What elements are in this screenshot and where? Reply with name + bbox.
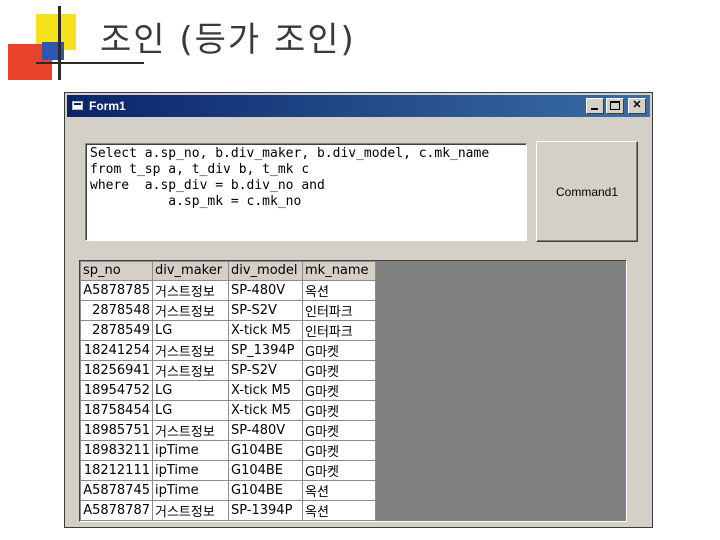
grid-cell[interactable]: 거스트정보	[152, 359, 229, 381]
grid-cell[interactable]: G104BE	[228, 459, 303, 481]
grid-cell[interactable]: 거스트정보	[152, 299, 229, 321]
grid-cell[interactable]: SP-480V	[228, 419, 303, 441]
column-header-sp-no[interactable]: sp_no	[80, 261, 153, 281]
close-button[interactable]: ✕	[628, 98, 646, 114]
grid-cell[interactable]: SP_1394P	[228, 339, 303, 361]
grid-cell[interactable]: 18985751	[80, 419, 153, 441]
command1-label: Command1	[555, 184, 619, 199]
form-window: Form1 ✕ Select a.sp_no, b.div_maker, b.d…	[64, 92, 653, 528]
grid-cell[interactable]: 인터파크	[302, 319, 376, 341]
grid-cell[interactable]: 18241254	[80, 339, 153, 361]
grid-cell[interactable]: 거스트정보	[152, 279, 229, 301]
grid-cell[interactable]: A5878787	[80, 499, 153, 521]
grid-cell[interactable]: SP-1394P	[228, 499, 303, 521]
form-app-icon	[72, 101, 83, 110]
grid-cell[interactable]: ipTime	[152, 459, 229, 481]
grid-cell[interactable]: LG	[152, 379, 229, 401]
grid-cell[interactable]: G104BE	[228, 479, 303, 501]
maximize-button[interactable]	[606, 98, 624, 114]
column-header-div-model[interactable]: div_model	[228, 261, 303, 281]
table-row[interactable]: 18241254 거스트정보 SP_1394P G마켓	[80, 339, 376, 361]
window-title: Form1	[89, 99, 126, 113]
grid-cell[interactable]: 18983211	[80, 439, 153, 461]
grid-cell[interactable]: 옥션	[302, 479, 376, 501]
grid-cell[interactable]: 옥션	[302, 499, 376, 521]
table-row[interactable]: 18983211 ipTime G104BE G마켓	[80, 439, 376, 461]
grid-cell[interactable]: SP-S2V	[228, 299, 303, 321]
grid-cell[interactable]: 거스트정보	[152, 339, 229, 361]
grid-cell[interactable]: 옥션	[302, 279, 376, 301]
grid-cell[interactable]: A5878745	[80, 479, 153, 501]
table-row[interactable]: 2878548 거스트정보 SP-S2V 인터파크	[80, 299, 376, 321]
table-row[interactable]: A5878745 ipTime G104BE 옥션	[80, 479, 376, 501]
grid-cell[interactable]: 거스트정보	[152, 419, 229, 441]
grid-cell[interactable]: G마켓	[302, 439, 376, 461]
grid-cell[interactable]: ipTime	[152, 479, 229, 501]
results-grid[interactable]: sp_no div_maker div_model mk_name A5878785 거…	[79, 260, 627, 522]
grid-cell[interactable]: X-tick M5	[228, 379, 303, 401]
decor-horizontal-line	[36, 62, 144, 64]
column-header-mk-name[interactable]: mk_name	[302, 261, 376, 281]
maximize-icon	[610, 101, 620, 110]
results-table: sp_no div_maker div_model mk_name A5878785 거…	[80, 261, 376, 521]
grid-cell[interactable]: 2878549	[80, 319, 153, 341]
table-row[interactable]: 18212111 ipTime G104BE G마켓	[80, 459, 376, 481]
grid-cell[interactable]: G마켓	[302, 379, 376, 401]
grid-cell[interactable]: LG	[152, 399, 229, 421]
window-titlebar[interactable]: Form1 ✕	[67, 95, 650, 117]
table-row[interactable]: A5878787 거스트정보 SP-1394P 옥션	[80, 499, 376, 521]
grid-cell[interactable]: X-tick M5	[228, 399, 303, 421]
grid-cell[interactable]: 18212111	[80, 459, 153, 481]
grid-cell[interactable]: G마켓	[302, 399, 376, 421]
grid-cell[interactable]: X-tick M5	[228, 319, 303, 341]
close-icon: ✕	[632, 99, 642, 111]
grid-cell[interactable]: G마켓	[302, 339, 376, 361]
table-row[interactable]: 18758454 LG X-tick M5 G마켓	[80, 399, 376, 421]
grid-cell[interactable]: 18256941	[80, 359, 153, 381]
slide-title: 조인 (등가 조인)	[100, 20, 356, 60]
grid-header-row: sp_no div_maker div_model mk_name	[80, 261, 376, 281]
grid-cell[interactable]: 18954752	[80, 379, 153, 401]
column-header-div-maker[interactable]: div_maker	[152, 261, 229, 281]
grid-cell[interactable]: SP-S2V	[228, 359, 303, 381]
grid-cell[interactable]: 거스트정보	[152, 499, 229, 521]
grid-cell[interactable]: LG	[152, 319, 229, 341]
table-row[interactable]: 18256941 거스트정보 SP-S2V G마켓	[80, 359, 376, 381]
sql-textbox[interactable]: Select a.sp_no, b.div_maker, b.div_model…	[85, 143, 527, 241]
grid-cell[interactable]: ipTime	[152, 439, 229, 461]
decor-vertical-line	[58, 6, 61, 80]
table-row[interactable]: 18954752 LG X-tick M5 G마켓	[80, 379, 376, 401]
grid-cell[interactable]: 2878548	[80, 299, 153, 321]
grid-cell[interactable]: SP-480V	[228, 279, 303, 301]
table-row[interactable]: 2878549 LG X-tick M5 인터파크	[80, 319, 376, 341]
grid-cell[interactable]: G마켓	[302, 459, 376, 481]
minimize-icon	[591, 108, 598, 110]
table-row[interactable]: A5878785 거스트정보 SP-480V 옥션	[80, 279, 376, 301]
grid-cell[interactable]: G마켓	[302, 359, 376, 381]
grid-cell[interactable]: A5878785	[80, 279, 153, 301]
grid-cell[interactable]: 18758454	[80, 399, 153, 421]
command1-button[interactable]: Command1	[536, 141, 638, 242]
grid-cell[interactable]: G104BE	[228, 439, 303, 461]
grid-cell[interactable]: 인터파크	[302, 299, 376, 321]
minimize-button[interactable]	[586, 98, 604, 114]
table-row[interactable]: 18985751 거스트정보 SP-480V G마켓	[80, 419, 376, 441]
grid-cell[interactable]: G마켓	[302, 419, 376, 441]
